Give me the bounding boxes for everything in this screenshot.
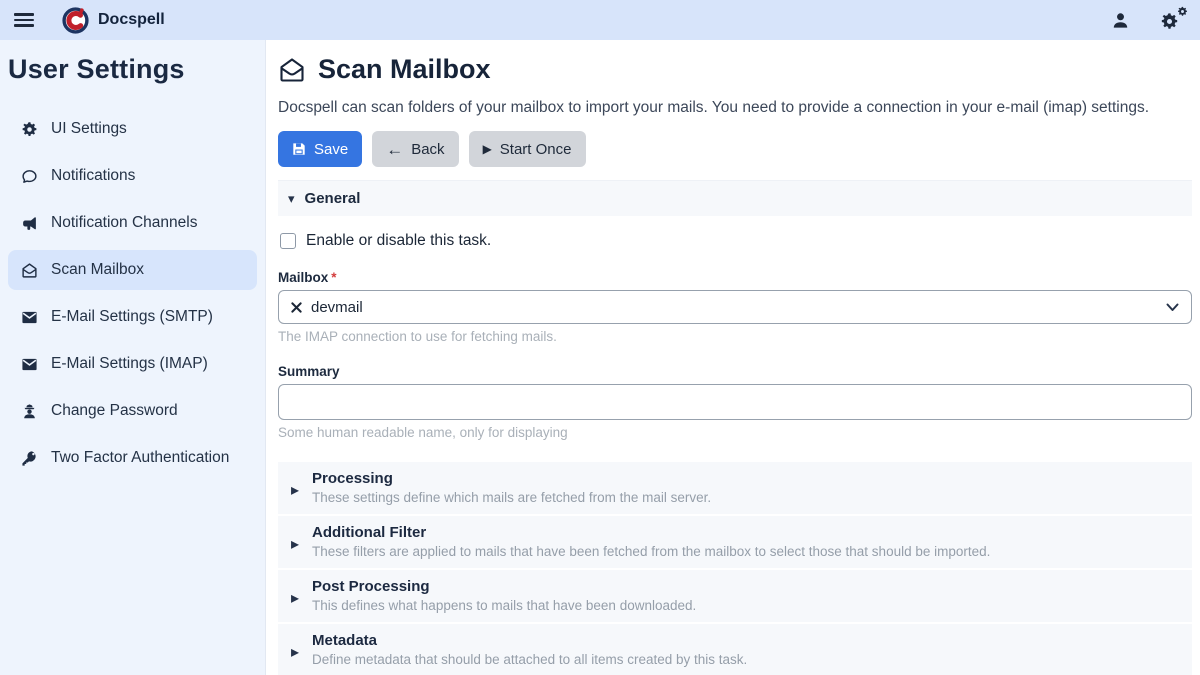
collapsed-sections: ▸ Processing These settings define which…	[278, 462, 1192, 675]
required-marker: *	[331, 270, 336, 285]
processing-section-header[interactable]: ▸ Processing These settings define which…	[278, 462, 1192, 514]
sidebar-item-change-password[interactable]: Change Password	[8, 391, 257, 431]
section-description: Define metadata that should be attached …	[312, 652, 747, 667]
summary-help-text: Some human readable name, only for displ…	[278, 425, 1192, 440]
user-secret-icon	[20, 403, 38, 420]
caret-right-icon: ▸	[278, 632, 312, 667]
sidebar-item-label: E-Mail Settings (SMTP)	[51, 308, 213, 326]
sidebar-item-notifications[interactable]: Notifications	[8, 156, 257, 196]
summary-label: Summary	[278, 364, 1192, 379]
sidebar-item-label: Change Password	[51, 402, 178, 420]
play-icon: ▶	[483, 143, 492, 155]
user-account-icon[interactable]	[1111, 11, 1130, 30]
mailbox-select[interactable]: devmail	[278, 290, 1192, 324]
comment-icon	[20, 168, 38, 185]
start-once-button[interactable]: ▶ Start Once	[469, 131, 586, 167]
floppy-save-icon	[292, 142, 306, 156]
enable-task-label: Enable or disable this task.	[306, 232, 491, 250]
section-description: These settings define which mails are fe…	[312, 490, 711, 505]
additional-filter-section-header[interactable]: ▸ Additional Filter These filters are ap…	[278, 516, 1192, 568]
settings-cogs-icon[interactable]	[1160, 9, 1186, 31]
summary-input[interactable]	[278, 384, 1192, 420]
clear-selection-x-icon[interactable]	[291, 302, 302, 313]
general-section-label: General	[305, 190, 361, 207]
sidebar-item-label: Scan Mailbox	[51, 261, 144, 279]
back-button[interactable]: ← Back	[372, 131, 458, 167]
sidebar-item-label: E-Mail Settings (IMAP)	[51, 355, 208, 373]
post-processing-section-header[interactable]: ▸ Post Processing This defines what happ…	[278, 570, 1192, 622]
docspell-logo-icon	[62, 7, 89, 34]
envelope-open-icon	[278, 56, 306, 84]
menu-toggle-icon[interactable]	[14, 13, 34, 27]
save-button-label: Save	[314, 141, 348, 158]
summary-field: Summary Some human readable name, only f…	[278, 364, 1192, 440]
sidebar-item-label: Notification Channels	[51, 214, 197, 232]
enable-task-checkbox-row[interactable]: Enable or disable this task.	[280, 232, 1192, 250]
mailbox-selected-value: devmail	[291, 299, 363, 316]
gear-icon	[20, 121, 38, 138]
section-title: Metadata	[312, 632, 747, 649]
caret-right-icon: ▸	[278, 470, 312, 505]
envelope-open-icon	[20, 262, 38, 279]
scan-mailbox-page: Scan Mailbox Docspell can scan folders o…	[266, 40, 1200, 675]
mailbox-label: Mailbox*	[278, 270, 1192, 285]
sidebar-item-notification-channels[interactable]: Notification Channels	[8, 203, 257, 243]
sidebar-item-email-imap[interactable]: E-Mail Settings (IMAP)	[8, 344, 257, 384]
general-section-header[interactable]: ▾ General	[278, 180, 1192, 216]
caret-right-icon: ▸	[278, 578, 312, 613]
section-description: This defines what happens to mails that …	[312, 598, 696, 613]
chevron-down-icon	[1166, 303, 1179, 312]
page-description: Docspell can scan folders of your mailbo…	[278, 97, 1192, 119]
user-settings-sidebar: User Settings UI Settings Notifications …	[0, 40, 266, 675]
sidebar-item-label: Notifications	[51, 167, 135, 185]
sidebar-item-label: Two Factor Authentication	[51, 449, 229, 467]
app-title: Docspell	[98, 11, 165, 29]
save-button[interactable]: Save	[278, 131, 362, 167]
mailbox-field: Mailbox* devmail The IMAP connection to …	[278, 270, 1192, 344]
page-title: Scan Mailbox	[278, 54, 1192, 85]
arrow-left-icon: ←	[386, 141, 403, 158]
page-title-text: Scan Mailbox	[318, 54, 491, 85]
mailbox-help-text: The IMAP connection to use for fetching …	[278, 329, 1192, 344]
sidebar-item-scan-mailbox[interactable]: Scan Mailbox	[8, 250, 257, 290]
sidebar-item-ui-settings[interactable]: UI Settings	[8, 109, 257, 149]
caret-right-icon: ▸	[278, 524, 312, 559]
topbar: Docspell	[0, 0, 1200, 40]
sidebar-item-label: UI Settings	[51, 120, 127, 138]
section-title: Additional Filter	[312, 524, 990, 541]
caret-down-icon: ▾	[288, 192, 295, 205]
sidebar-title: User Settings	[8, 54, 257, 85]
brand[interactable]: Docspell	[62, 7, 165, 34]
enable-task-checkbox[interactable]	[280, 233, 296, 249]
section-title: Post Processing	[312, 578, 696, 595]
envelope-icon	[20, 356, 38, 373]
sidebar-item-two-factor[interactable]: Two Factor Authentication	[8, 438, 257, 478]
sidebar-menu: UI Settings Notifications Notification C…	[8, 109, 257, 478]
section-description: These filters are applied to mails that …	[312, 544, 990, 559]
sidebar-item-email-smtp[interactable]: E-Mail Settings (SMTP)	[8, 297, 257, 337]
toolbar: Save ← Back ▶ Start Once	[278, 131, 1192, 167]
back-button-label: Back	[411, 141, 444, 158]
start-once-button-label: Start Once	[500, 141, 572, 158]
bullhorn-icon	[20, 215, 38, 232]
key-icon	[20, 450, 38, 467]
section-title: Processing	[312, 470, 711, 487]
metadata-section-header[interactable]: ▸ Metadata Define metadata that should b…	[278, 624, 1192, 675]
envelope-icon	[20, 309, 38, 326]
